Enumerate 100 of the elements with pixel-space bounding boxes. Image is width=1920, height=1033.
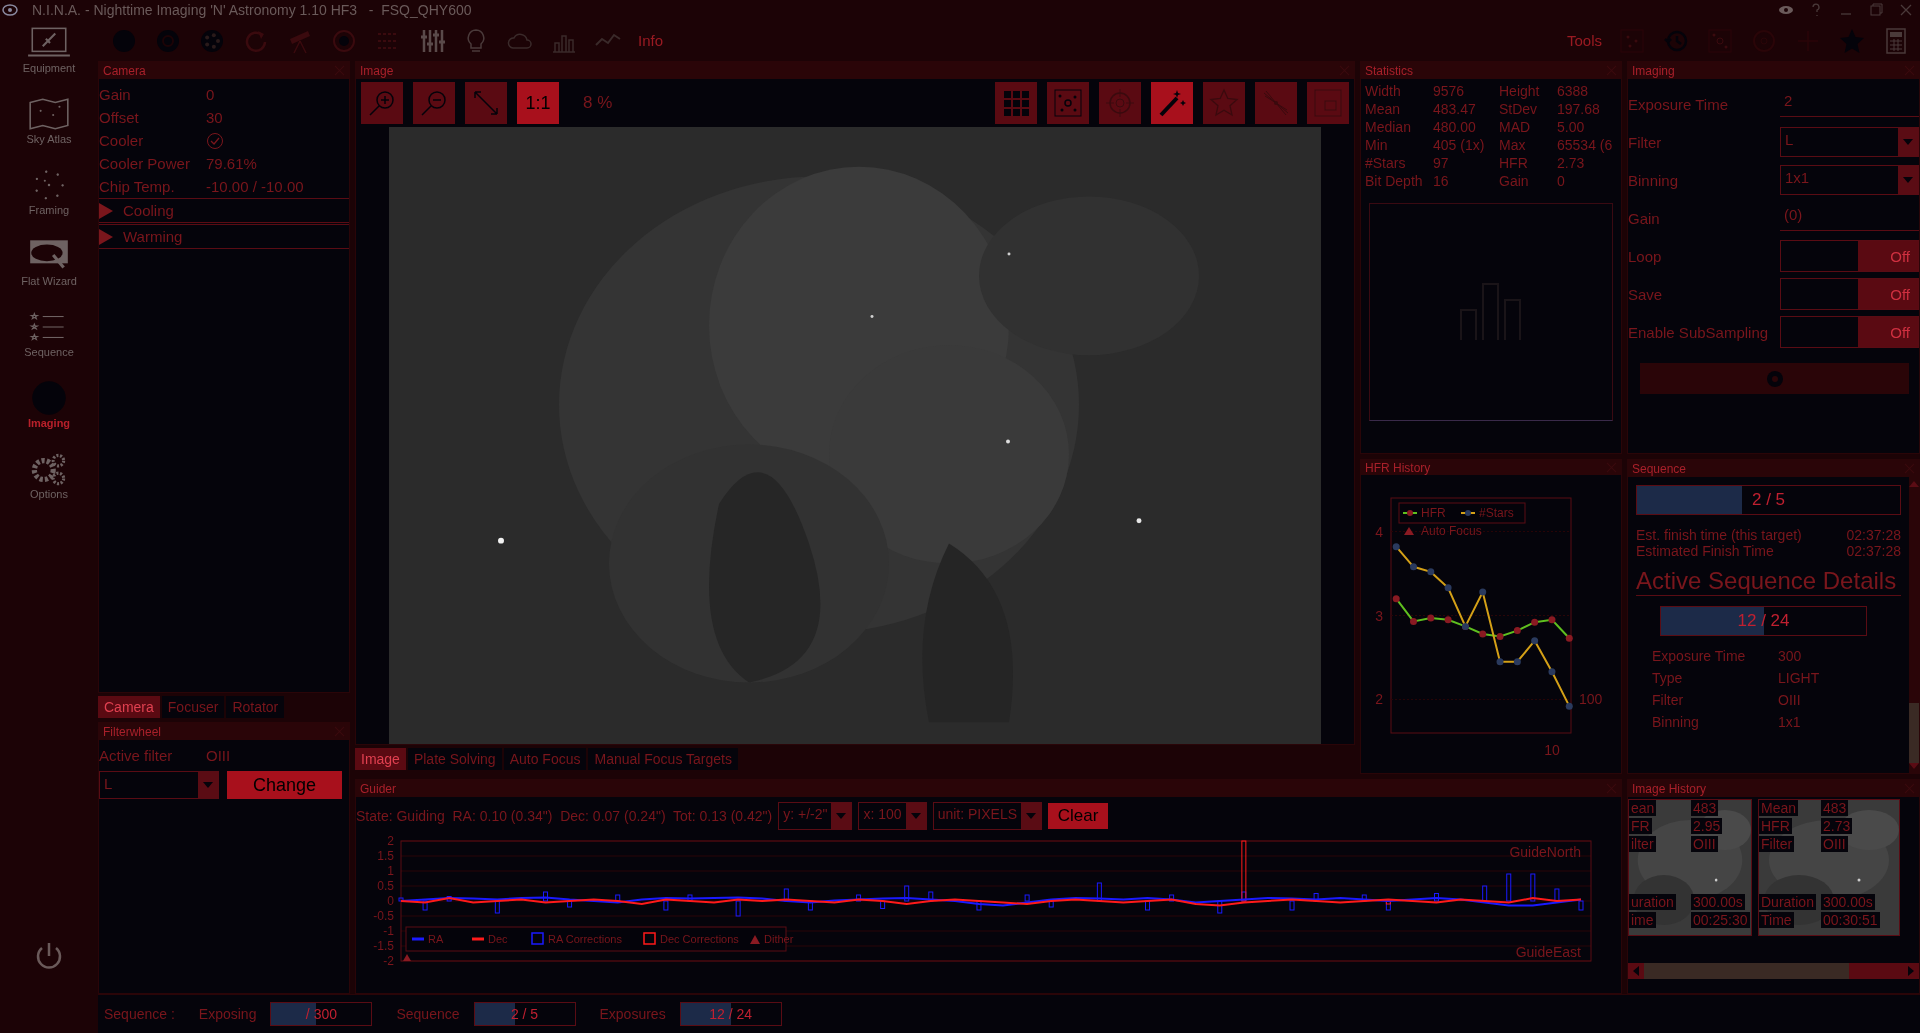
toggle-switch[interactable]: Off [1780,278,1919,311]
data-point [1513,658,1521,666]
tool-button[interactable] [1047,82,1089,125]
dropdown[interactable]: x: 100 [858,802,927,831]
correction-bar [1506,873,1512,902]
tab[interactable]: Image [355,748,406,771]
data-point [1444,616,1452,624]
window-title: N.I.N.A. - Nighttime Imaging 'N' Astronomy 1.10 HF3 - FSQ_QHY600 [32,2,472,18]
property-value: 0 [206,86,215,104]
progress-bar: 2 / 5 [473,1002,576,1027]
nav-label: Framing [28,204,70,216]
fit-button[interactable] [465,82,507,125]
tab[interactable]: Manual Focus Targets [588,748,738,771]
tool-button[interactable] [1151,82,1193,125]
filter-dropdown[interactable]: L [99,771,219,800]
panel-title: Camera [103,63,146,78]
input-field[interactable]: 2 [1780,91,1919,117]
nav-item[interactable]: Sequence [4,308,94,379]
scroll-thumb[interactable] [1644,963,1849,980]
tab[interactable]: Plate Solving [407,748,502,771]
detail-label: Filter [1652,692,1685,709]
thumb-value: 2.73 [1821,818,1853,835]
field-label: Filter [1628,133,1663,151]
nav-item[interactable]: Options [4,450,94,521]
nav-item[interactable]: Imaging [4,379,94,450]
dropdown[interactable]: unit: PIXELS [932,802,1042,831]
legend-marker [643,932,656,946]
correction-bar [567,900,573,908]
thumb-value: 483 [1691,800,1719,817]
panel-title: Filterwheel [103,724,162,739]
tool-button[interactable] [1099,82,1141,125]
input-field[interactable]: (0) [1780,205,1919,231]
stat-label: Bit Depth [1365,173,1424,190]
stat-value: 97 [1433,155,1450,172]
legend-marker [1404,527,1414,536]
caret-icon [1903,177,1913,184]
nav-item[interactable]: Sky Atlas [4,95,94,166]
dots-icon[interactable] [1706,26,1734,55]
correction-bar [1145,900,1151,911]
stat-label: Median [1365,119,1412,136]
close-icon[interactable] [1606,462,1617,474]
axis-tick-label: 2 [1375,691,1383,708]
tab[interactable]: Camera [98,696,160,719]
dropdown[interactable]: 1x1 [1780,165,1919,196]
frame-icon [1313,88,1343,119]
scrollbar[interactable] [1909,477,1919,774]
thumb-label: ilter [1629,836,1656,853]
tab[interactable]: Auto Focus [503,748,587,771]
tool-button[interactable] [995,82,1037,125]
progress-bar: 12 / 24 [1660,606,1867,637]
axis-tick-label: -2 [383,954,394,969]
tab[interactable]: Focuser [161,696,225,719]
field-label: Loop [1628,247,1663,265]
tool-button[interactable] [1255,82,1297,125]
zoom-in-button[interactable] [361,82,403,125]
toggle-switch[interactable]: Off [1780,316,1919,349]
data-point [1513,627,1521,635]
nav-item[interactable]: Equipment [4,24,94,95]
expander[interactable]: Cooling [99,198,349,224]
close-icon[interactable] [1898,2,1914,18]
capture-button[interactable] [1640,363,1909,395]
stat-label: Width [1365,83,1402,100]
nav-item[interactable]: Framing [4,166,94,237]
field-label: Enable SubSampling [1628,323,1770,341]
data-point [1531,637,1539,645]
clear-button[interactable]: Clear [1048,803,1108,830]
progress-bar: 2 / 5 [1636,485,1901,516]
stat-value: 197.68 [1557,101,1601,118]
data-point [1565,635,1573,643]
tab[interactable]: Rotator [226,696,285,719]
scroll-thumb[interactable] [1909,703,1919,764]
left-arrow-icon [1633,966,1639,977]
stat-value: 0 [1557,173,1566,190]
panel-title: Guider [360,781,397,796]
scrollbar[interactable] [1628,963,1919,980]
stat-value: 2.73 [1557,155,1586,172]
thumb-value: 2.95 [1691,818,1723,835]
info-label[interactable]: Info [638,32,664,50]
axis-tick-label: 0.5 [377,879,394,894]
thumb-value: 300.00s [1691,894,1745,911]
expander[interactable]: Warming [99,224,349,250]
dropdown[interactable]: y: +/-2" [778,802,853,831]
dropdown[interactable]: L [1780,127,1919,158]
stat-value: 65534 (6 [1557,137,1614,154]
toggle-switch[interactable]: Off [1780,240,1919,273]
change-button[interactable]: Change [227,771,342,800]
thumb-label: Time [1759,912,1794,929]
nav-label: Flat Wizard [21,275,77,287]
maximize-icon[interactable] [1868,2,1884,18]
property-value: 30 [206,109,223,127]
actual-size-button[interactable]: 1:1 [517,82,559,125]
correction-bar [880,900,886,910]
nav-item[interactable]: Flat Wizard [4,237,94,308]
detail-label: Type [1652,670,1684,687]
tool-button[interactable] [1307,82,1349,125]
nav-label: Sequence [24,346,74,358]
tool-button[interactable] [1203,82,1245,125]
zoom-out-button[interactable] [413,82,455,125]
correction-bar [446,896,452,902]
dots-icon[interactable] [1618,26,1646,55]
